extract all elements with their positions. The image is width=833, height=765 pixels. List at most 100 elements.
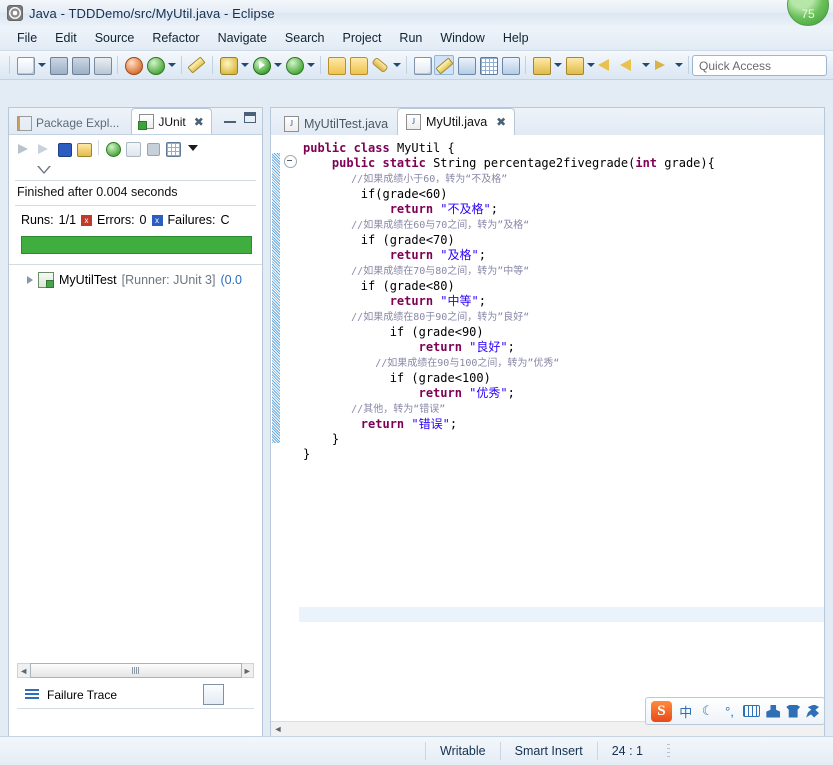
ime-punctuation-icon[interactable]: °,	[722, 704, 738, 719]
tab-label: JUnit	[158, 115, 185, 129]
back-button[interactable]	[597, 55, 617, 75]
scroll-left-icon[interactable]: ◄	[271, 723, 285, 736]
new-dropdown[interactable]	[37, 55, 46, 75]
previous-edit-button[interactable]	[564, 55, 584, 75]
code-token: "错误"	[411, 417, 449, 431]
menu-search[interactable]: Search	[276, 28, 334, 48]
view-toolbar-separator	[98, 140, 99, 155]
build-button[interactable]	[123, 55, 143, 75]
ime-keyboard-icon[interactable]	[743, 705, 760, 717]
refresh-button[interactable]	[145, 55, 165, 75]
coverage-dropdown[interactable]	[306, 55, 315, 75]
ime-skin-icon[interactable]	[786, 705, 800, 718]
code-token: return	[390, 248, 441, 262]
editor-folding-gutter	[281, 135, 299, 736]
last-edit-button[interactable]	[531, 55, 551, 75]
new-class-button[interactable]	[412, 55, 432, 75]
close-icon[interactable]: ✖	[194, 115, 204, 129]
run-button[interactable]	[251, 55, 271, 75]
tab-package-explorer[interactable]: Package Expl...	[9, 111, 131, 134]
previous-edit-dropdown[interactable]	[586, 55, 595, 75]
new-button[interactable]	[15, 55, 35, 75]
triangle-right-icon[interactable]	[27, 276, 33, 284]
last-edit-dropdown[interactable]	[553, 55, 562, 75]
previous-failure-arrow-icon[interactable]	[35, 139, 53, 157]
open-type-button[interactable]	[348, 55, 368, 75]
next-dropdown[interactable]	[674, 55, 683, 75]
failure-trace-buttons	[203, 684, 254, 705]
junit-view-toolbar-overflow	[9, 160, 262, 180]
code-token: "中等"	[440, 294, 478, 308]
stop-glyph	[147, 143, 160, 156]
chevron-down-icon[interactable]	[188, 145, 198, 151]
ime-moon-icon[interactable]: ☾	[700, 703, 716, 719]
toggle-block-selection-button[interactable]	[478, 55, 498, 75]
save-all-button[interactable]	[70, 55, 90, 75]
menu-edit[interactable]: Edit	[46, 28, 86, 48]
sogou-logo-icon[interactable]: S	[651, 701, 672, 722]
close-icon[interactable]: ✖	[496, 115, 506, 129]
next-button[interactable]	[652, 55, 672, 75]
skip-breakpoints-button[interactable]	[187, 55, 207, 75]
ime-user-icon[interactable]	[766, 705, 780, 718]
next-failure-arrow-icon[interactable]	[15, 139, 33, 157]
coverage-button[interactable]	[284, 55, 304, 75]
compare-icon[interactable]	[203, 684, 224, 705]
save-button[interactable]	[48, 55, 68, 75]
scroll-left-icon[interactable]: ◄	[18, 664, 30, 677]
horizontal-scrollbar[interactable]: ◄ ►	[17, 663, 254, 678]
rerun-failed-icon[interactable]	[124, 139, 142, 157]
main-toolbar: Quick Access	[0, 51, 833, 80]
trace-menu-icon[interactable]	[229, 684, 248, 703]
menu-navigate[interactable]: Navigate	[209, 28, 276, 48]
new-class-icon	[414, 57, 432, 75]
quick-access-input[interactable]: Quick Access	[692, 55, 827, 76]
code-token: return	[419, 340, 470, 354]
show-failures-icon[interactable]	[55, 139, 73, 157]
window-badge[interactable]: 75	[787, 0, 829, 26]
code-line: if (grade<80)	[303, 279, 824, 294]
stop-icon[interactable]	[144, 139, 162, 157]
code-token: ;	[450, 417, 457, 431]
menu-help[interactable]: Help	[494, 28, 538, 48]
test-class-icon	[38, 272, 54, 288]
ime-toolbox-icon[interactable]	[806, 705, 819, 718]
menu-run[interactable]: Run	[390, 28, 431, 48]
tab-myutiltest-java[interactable]: J MyUtilTest.java	[275, 111, 397, 135]
run-dropdown[interactable]	[273, 55, 282, 75]
refresh-dropdown[interactable]	[167, 55, 176, 75]
maximize-icon[interactable]	[244, 112, 256, 123]
tab-myutil-java[interactable]: J MyUtil.java ✖	[397, 108, 515, 135]
minimize-icon[interactable]	[224, 112, 236, 123]
menu-refactor[interactable]: Refactor	[143, 28, 208, 48]
lock-icon[interactable]	[75, 139, 93, 157]
status-resize-grip[interactable]	[667, 744, 670, 758]
debug-dropdown[interactable]	[240, 55, 249, 75]
print-button[interactable]	[92, 55, 112, 75]
menu-file[interactable]: File	[8, 28, 46, 48]
search-button[interactable]	[370, 55, 390, 75]
search-dropdown[interactable]	[392, 55, 401, 75]
next-annotation-button[interactable]	[456, 55, 476, 75]
status-bar: Writable Smart Insert 24 : 1	[0, 736, 833, 765]
scrollbar-thumb[interactable]	[30, 663, 242, 678]
toggle-mark-occurrences-button[interactable]	[434, 55, 454, 75]
history-icon[interactable]	[164, 139, 182, 157]
menu-source[interactable]: Source	[86, 28, 144, 48]
open-folder-icon	[328, 57, 346, 75]
menu-project[interactable]: Project	[334, 28, 391, 48]
menu-window[interactable]: Window	[431, 28, 493, 48]
external-tools-button[interactable]	[326, 55, 346, 75]
triangle-down-icon[interactable]	[37, 166, 51, 174]
ime-chinese-mode-icon[interactable]: 中	[678, 702, 694, 721]
forward-button[interactable]	[619, 55, 639, 75]
scroll-right-icon[interactable]: ►	[242, 664, 254, 677]
collapse-fold-icon[interactable]	[284, 155, 297, 168]
forward-dropdown[interactable]	[641, 55, 650, 75]
debug-button[interactable]	[218, 55, 238, 75]
rerun-test-icon[interactable]	[104, 139, 122, 157]
tab-junit[interactable]: JUnit ✖	[131, 108, 211, 134]
show-whitespace-button[interactable]	[500, 55, 520, 75]
list-item[interactable]: MyUtilTest [Runner: JUnit 3] (0.0	[9, 270, 262, 290]
editor-text-area[interactable]: public class MyUtil { public static Stri…	[299, 135, 824, 736]
